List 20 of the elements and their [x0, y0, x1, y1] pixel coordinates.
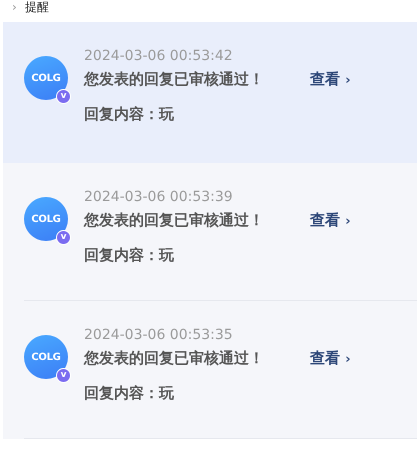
reply-content: 回复内容：玩 [84, 245, 175, 266]
breadcrumb-current: 提醒 [24, 0, 49, 14]
notification-item[interactable]: COLG v 2024-03-06 00:53:35 您发表的回复已审核通过！ 查看 › 回复内容：玩 [3, 301, 417, 439]
notification-item[interactable]: COLG v 2024-03-06 00:53:42 您发表的回复已审核通过！ 查看 › 回复内容：玩 [3, 22, 417, 163]
notification-title: 您发表的回复已审核通过！ [84, 69, 265, 90]
view-link[interactable]: 查看 › [310, 70, 351, 88]
notification-title: 您发表的回复已审核通过！ [84, 348, 265, 369]
timestamp: 2024-03-06 00:53:35 [84, 326, 234, 345]
view-link[interactable]: 查看 › [310, 348, 351, 368]
verified-badge: v [56, 230, 71, 245]
view-link[interactable]: 查看 › [310, 210, 351, 230]
breadcrumb-separator: › [12, 0, 17, 14]
reply-content: 回复内容：玩 [84, 104, 175, 125]
reply-content: 回复内容：玩 [84, 383, 175, 404]
timestamp: 2024-03-06 00:53:42 [84, 47, 234, 66]
notification-title: 您发表的回复已审核通过！ [84, 210, 265, 231]
verified-badge: v [56, 368, 71, 383]
verified-badge: v [56, 89, 71, 104]
notification-item[interactable]: COLG v 2024-03-06 00:53:39 您发表的回复已审核通过！ 查看 › 回复内容：玩 [3, 163, 417, 301]
timestamp: 2024-03-06 00:53:39 [84, 188, 234, 207]
